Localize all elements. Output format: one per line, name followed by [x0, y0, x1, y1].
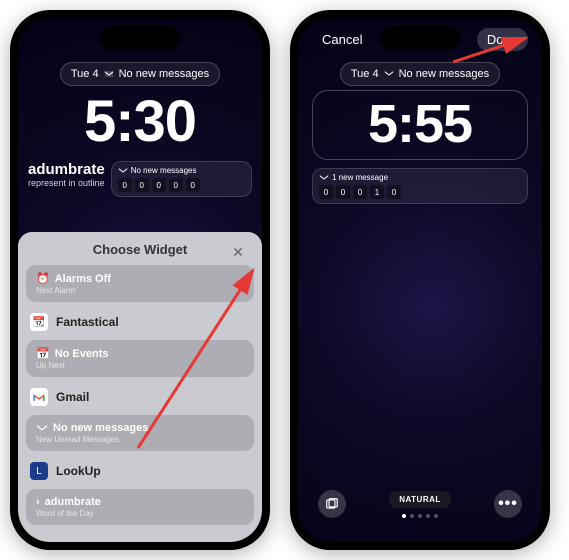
- word-card-sub: Word of the Day: [36, 509, 244, 518]
- message-status: No new messages: [399, 68, 490, 80]
- counter: 1: [370, 185, 384, 199]
- dot: [418, 514, 422, 518]
- dynamic-island: [380, 26, 460, 50]
- ellipsis-icon: •••: [498, 495, 518, 513]
- dynamic-island: [100, 26, 180, 50]
- choose-widget-sheet: Choose Widget ✕ ⏰ Alarms Off Next Alarm 📆…: [18, 232, 262, 542]
- phone-right: Cancel Done Tue 4 No new messages 5:55 1…: [290, 10, 550, 550]
- word-widget-card[interactable]: › adumbrate Word of the Day: [26, 489, 254, 525]
- gmail-icon: [319, 174, 329, 182]
- messages-widget[interactable]: 1 new message 0 0 0 1 0: [312, 168, 528, 204]
- done-button[interactable]: Done: [477, 28, 528, 51]
- counter: 0: [135, 178, 149, 192]
- messages-widget-card[interactable]: No new messages New Unread Messages: [26, 415, 254, 451]
- gmail-icon: [118, 167, 128, 175]
- word-title: adumbrate: [28, 161, 105, 178]
- style-selector[interactable]: NATURAL: [389, 491, 451, 518]
- more-button[interactable]: •••: [494, 490, 522, 518]
- events-title: No Events: [55, 348, 109, 360]
- dot: [402, 514, 406, 518]
- gmail-icon: [384, 70, 394, 78]
- counter-row: 0 0 0 0 0: [118, 178, 245, 192]
- style-label: NATURAL: [389, 491, 451, 508]
- app-name: Gmail: [56, 390, 89, 404]
- gmail-app-icon: [30, 388, 48, 406]
- sheet-title: Choose Widget: [93, 242, 188, 257]
- messages-sub: New Unread Messages: [36, 435, 244, 444]
- lookup-icon: L: [30, 462, 48, 480]
- calendar-icon: 📅: [36, 347, 50, 360]
- counter: 0: [353, 185, 367, 199]
- app-name: LookUp: [56, 464, 101, 478]
- alarm-sub: Next Alarm: [36, 286, 244, 295]
- chevron-icon: ›: [36, 496, 40, 508]
- widget-label: 1 new message: [332, 173, 388, 182]
- messages-widget[interactable]: No new messages 0 0 0 0 0: [111, 161, 252, 197]
- app-gmail[interactable]: Gmail: [26, 383, 254, 411]
- page-dots: [402, 514, 438, 518]
- clock-time[interactable]: 5:30: [18, 88, 262, 155]
- lock-screen-editor: Cancel Done Tue 4 No new messages 5:55 1…: [298, 18, 542, 542]
- close-button[interactable]: ✕: [228, 242, 248, 262]
- messages-title: No new messages: [53, 422, 148, 434]
- dot: [434, 514, 438, 518]
- bottom-controls: NATURAL •••: [298, 490, 542, 518]
- dot: [410, 514, 414, 518]
- date-text: Tue 4: [351, 68, 379, 80]
- counter: 0: [387, 185, 401, 199]
- word-of-day-widget[interactable]: adumbrate represent in outline: [28, 161, 105, 197]
- app-lookup[interactable]: L LookUp: [26, 457, 254, 485]
- counter: 0: [186, 178, 200, 192]
- cancel-button[interactable]: Cancel: [312, 28, 372, 51]
- counter-row: 0 0 0 1 0: [319, 185, 521, 199]
- date-widget[interactable]: Tue 4 No new messages: [340, 62, 500, 86]
- counter: 0: [319, 185, 333, 199]
- events-sub: Up Next: [36, 361, 244, 370]
- app-name: Fantastical: [56, 315, 119, 329]
- photos-button[interactable]: [318, 490, 346, 518]
- lock-screen-editor: Tue 4 No new messages 5:30 adumbrate rep…: [18, 18, 262, 542]
- date-widget[interactable]: Tue 4 No new messages: [60, 62, 220, 86]
- widget-row: adumbrate represent in outline No new me…: [18, 161, 262, 197]
- word-definition: represent in outline: [28, 178, 105, 188]
- clock-time: 5:55: [323, 93, 517, 155]
- widget-label: No new messages: [131, 166, 197, 175]
- counter: 0: [152, 178, 166, 192]
- app-fantastical[interactable]: 📆 Fantastical: [26, 308, 254, 336]
- counter: 0: [118, 178, 132, 192]
- fantastical-icon: 📆: [30, 313, 48, 331]
- events-widget-card[interactable]: 📅 No Events Up Next: [26, 340, 254, 377]
- alarm-icon: ⏰: [36, 272, 50, 285]
- alarm-widget-card[interactable]: ⏰ Alarms Off Next Alarm: [26, 265, 254, 302]
- gmail-icon: [104, 70, 114, 78]
- date-text: Tue 4: [71, 68, 99, 80]
- counter: 0: [336, 185, 350, 199]
- word-card-title: adumbrate: [45, 496, 101, 508]
- gmail-icon: [36, 424, 48, 433]
- phone-left: Tue 4 No new messages 5:30 adumbrate rep…: [10, 10, 270, 550]
- alarm-title: Alarms Off: [55, 273, 111, 285]
- counter: 0: [169, 178, 183, 192]
- message-status: No new messages: [119, 68, 210, 80]
- sheet-header: Choose Widget ✕: [26, 242, 254, 257]
- dot: [426, 514, 430, 518]
- clock-container[interactable]: 5:55: [312, 90, 528, 160]
